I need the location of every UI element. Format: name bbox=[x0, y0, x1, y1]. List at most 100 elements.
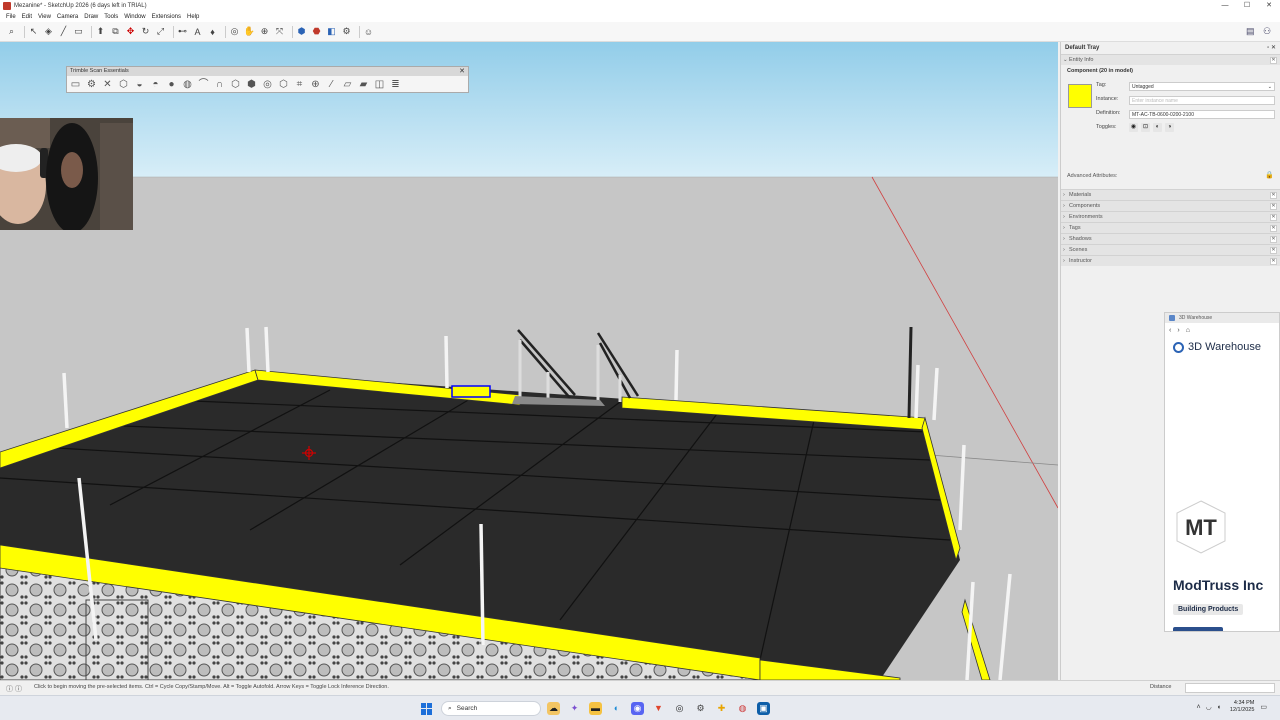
hexagon-2-icon[interactable]: ⬢ bbox=[245, 78, 258, 91]
collaborate-icon[interactable]: ⚇ bbox=[1263, 26, 1274, 37]
offset-tool-icon[interactable]: ⧉ bbox=[110, 26, 121, 37]
close-button[interactable]: ✕ bbox=[1258, 0, 1280, 11]
app-icon[interactable]: ✚ bbox=[715, 702, 728, 715]
document-icon[interactable]: ▤ bbox=[1246, 26, 1257, 37]
volume-icon[interactable]: ◖ bbox=[1217, 704, 1221, 711]
maximize-button[interactable]: ☐ bbox=[1236, 0, 1258, 11]
zoom-tool-icon[interactable]: ⊕ bbox=[259, 26, 270, 37]
tag-select[interactable]: Untagged ⌄ bbox=[1129, 82, 1275, 91]
warehouse-brand[interactable]: 3D Warehouse bbox=[1165, 340, 1279, 354]
brave-icon[interactable]: ▼ bbox=[652, 702, 665, 715]
menu-edit[interactable]: Edit bbox=[22, 14, 32, 20]
home-icon[interactable]: ⌂ bbox=[1186, 327, 1190, 334]
taskbar-search[interactable]: ⌕ Search bbox=[441, 701, 541, 716]
edge-icon[interactable]: ◐ bbox=[610, 702, 623, 715]
panel-close-icon[interactable]: ✕ bbox=[1270, 203, 1277, 210]
menu-extensions[interactable]: Extensions bbox=[152, 14, 181, 20]
model-viewport[interactable] bbox=[0, 42, 1058, 680]
move-tool-icon[interactable]: ✥ bbox=[125, 26, 136, 37]
clear-icon[interactable]: ✕ bbox=[101, 78, 114, 91]
widgets-icon[interactable]: ☁ bbox=[547, 702, 560, 715]
file-explorer-icon[interactable]: ▬ bbox=[589, 702, 602, 715]
material-swatch[interactable] bbox=[1068, 84, 1092, 108]
selected-component[interactable] bbox=[451, 385, 491, 398]
panel-close-icon[interactable]: ✕ bbox=[1270, 57, 1277, 64]
extension-manager-icon[interactable]: ⚙ bbox=[341, 26, 352, 37]
tape-measure-icon[interactable]: ⊷ bbox=[177, 26, 188, 37]
orbit-tool-icon[interactable]: ◎ bbox=[229, 26, 240, 37]
panel-shadows[interactable]: › Shadows ✕ bbox=[1061, 233, 1280, 244]
layers-2-icon[interactable]: ▰ bbox=[357, 78, 370, 91]
menu-tools[interactable]: Tools bbox=[104, 14, 118, 20]
follow-button[interactable] bbox=[1173, 627, 1223, 631]
wand-icon[interactable]: ⁄ bbox=[325, 78, 338, 91]
select-tool-icon[interactable]: ↖ bbox=[28, 26, 39, 37]
pan-tool-icon[interactable]: ✋ bbox=[244, 26, 255, 37]
drop-filled-icon[interactable]: ◓ bbox=[149, 78, 162, 91]
definition-input[interactable]: MT-AC-TB-0600-0200-2100 bbox=[1129, 110, 1275, 119]
cast-shadows-icon[interactable]: ◑ bbox=[1165, 123, 1174, 132]
panel-close-icon[interactable]: ✕ bbox=[1270, 236, 1277, 243]
palette-title-bar[interactable]: Trimble Scan Essentials ✕ bbox=[67, 67, 468, 76]
panel-materials[interactable]: › Materials ✕ bbox=[1061, 189, 1280, 200]
notification-icon[interactable]: ▭ bbox=[1260, 703, 1267, 711]
menu-file[interactable]: File bbox=[6, 14, 16, 20]
palette-close-icon[interactable]: ✕ bbox=[459, 67, 465, 76]
panel-close-icon[interactable]: ✕ bbox=[1270, 247, 1277, 254]
text-tool-icon[interactable]: A bbox=[192, 26, 203, 37]
receive-shadows-icon[interactable]: ◐ bbox=[1153, 123, 1162, 132]
tray-pin-icon[interactable]: ▫ ✕ bbox=[1267, 42, 1276, 54]
menu-window[interactable]: Window bbox=[124, 14, 145, 20]
minimize-button[interactable]: — bbox=[1214, 0, 1236, 11]
layers-icon[interactable]: ▱ bbox=[341, 78, 354, 91]
chrome-icon[interactable]: ◍ bbox=[736, 702, 749, 715]
warehouse-icon[interactable]: ⬢ bbox=[296, 26, 307, 37]
chevron-up-icon[interactable]: ˄ bbox=[1196, 704, 1200, 711]
copilot-icon[interactable]: ✦ bbox=[568, 702, 581, 715]
scale-tool-icon[interactable]: ⤢ bbox=[155, 26, 166, 37]
lasso-icon[interactable]: ⌒ bbox=[197, 78, 210, 91]
clock[interactable]: 4:34 PM 12/1/2025 bbox=[1230, 700, 1254, 714]
line-tool-icon[interactable]: ╱ bbox=[58, 26, 69, 37]
account-icon[interactable]: ☺ bbox=[363, 26, 374, 37]
drop-dark-icon[interactable]: ● bbox=[165, 78, 178, 91]
extension-warehouse-icon[interactable]: ⬣ bbox=[311, 26, 322, 37]
wifi-icon[interactable]: ◡ bbox=[1206, 703, 1212, 711]
panel-close-icon[interactable]: ✕ bbox=[1270, 258, 1277, 265]
discord-icon[interactable]: ◉ bbox=[631, 702, 644, 715]
visibility-toggle-icon[interactable]: ◉ bbox=[1129, 123, 1138, 132]
stack-icon[interactable]: ≣ bbox=[389, 78, 402, 91]
panel-close-icon[interactable]: ✕ bbox=[1270, 214, 1277, 221]
instance-input[interactable]: Enter instance name bbox=[1129, 96, 1275, 105]
paint-bucket-icon[interactable]: ♦ bbox=[207, 26, 218, 37]
panel-scenes[interactable]: › Scenes ✕ bbox=[1061, 244, 1280, 255]
panel-close-icon[interactable]: ✕ bbox=[1270, 225, 1277, 232]
panel-environments[interactable]: › Environments ✕ bbox=[1061, 211, 1280, 222]
menu-draw[interactable]: Draw bbox=[84, 14, 98, 20]
magnet-icon[interactable]: ∩ bbox=[213, 78, 226, 91]
menu-help[interactable]: Help bbox=[187, 14, 199, 20]
info-icon[interactable]: ⓘ ⓘ bbox=[6, 684, 22, 694]
folder-icon[interactable]: ▭ bbox=[69, 78, 82, 91]
back-icon[interactable]: ‹ bbox=[1169, 327, 1171, 334]
zoom-extents-icon[interactable]: ⤧ bbox=[274, 26, 285, 37]
panel-close-icon[interactable]: ✕ bbox=[1270, 192, 1277, 199]
rotate-tool-icon[interactable]: ↻ bbox=[140, 26, 151, 37]
panel-instructor[interactable]: › Instructor ✕ bbox=[1061, 255, 1280, 266]
lock-icon[interactable]: 🔒 bbox=[1265, 171, 1274, 179]
cube-outline-icon[interactable]: ⬡ bbox=[117, 78, 130, 91]
push-pull-tool-icon[interactable]: ⬆ bbox=[95, 26, 106, 37]
forward-icon[interactable]: › bbox=[1177, 327, 1179, 334]
category-tag[interactable]: Building Products bbox=[1173, 604, 1244, 615]
obs-icon[interactable]: ◎ bbox=[673, 702, 686, 715]
sketchup-taskbar-icon[interactable]: ▣ bbox=[757, 702, 770, 715]
hexagon-icon[interactable]: ⬡ bbox=[229, 78, 242, 91]
warehouse-title-bar[interactable]: 3D Warehouse bbox=[1165, 313, 1279, 323]
menu-camera[interactable]: Camera bbox=[57, 14, 78, 20]
search-icon[interactable]: ⌕ bbox=[6, 26, 17, 37]
layers-3-icon[interactable]: ◫ bbox=[373, 78, 386, 91]
measurements-box[interactable] bbox=[1185, 683, 1275, 693]
layout-icon[interactable]: ◧ bbox=[326, 26, 337, 37]
mezzanine-scene[interactable] bbox=[0, 42, 1058, 680]
panel-tags[interactable]: › Tags ✕ bbox=[1061, 222, 1280, 233]
